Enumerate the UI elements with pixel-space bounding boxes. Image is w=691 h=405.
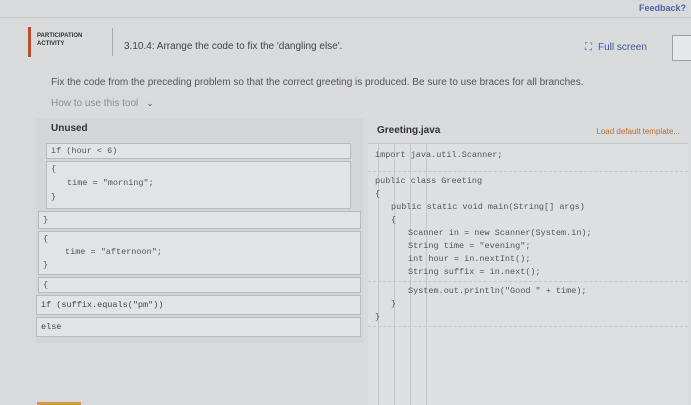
code-block[interactable]: if (suffix.equals("pm")) bbox=[36, 295, 361, 315]
activity-header: PARTICIPATION ACTIVITY 3.10.4: Arrange t… bbox=[22, 22, 691, 62]
code-block[interactable]: { time = "afternoon"; } bbox=[38, 231, 361, 275]
top-divider bbox=[0, 17, 691, 18]
code-line: time = "morning"; bbox=[67, 178, 154, 188]
code-line[interactable]: int hour = in.nextInt(); bbox=[408, 254, 530, 264]
code-line[interactable]: } bbox=[375, 312, 380, 322]
code-line[interactable]: import java.util.Scanner; bbox=[375, 150, 503, 160]
unused-blocks-panel: Unused if (hour < 6) { time = "morning";… bbox=[36, 118, 363, 343]
code-line[interactable]: public class Greeting bbox=[375, 176, 482, 186]
header-divider bbox=[112, 28, 113, 56]
load-default-template-link[interactable]: Load default template... bbox=[596, 127, 680, 136]
participation-activity-label: PARTICIPATION ACTIVITY bbox=[37, 33, 83, 47]
instructions-text: Fix the code from the preceding problem … bbox=[51, 77, 584, 88]
code-block[interactable]: { bbox=[38, 277, 361, 293]
code-line[interactable]: Scanner in = new Scanner(System.in); bbox=[408, 228, 592, 238]
code-block[interactable]: else bbox=[36, 317, 361, 337]
expand-icon: ⛶ bbox=[585, 42, 592, 53]
file-name-title: Greeting.java bbox=[377, 125, 441, 136]
line-separator bbox=[368, 326, 688, 327]
code-block[interactable]: if (hour < 6) bbox=[46, 143, 351, 159]
code-line: { bbox=[51, 164, 57, 174]
code-block[interactable]: { time = "morning"; } bbox=[46, 161, 351, 209]
side-panel-box bbox=[672, 35, 691, 61]
feedback-link[interactable]: Feedback? bbox=[639, 3, 686, 13]
line-separator bbox=[368, 171, 688, 172]
code-line[interactable]: String time = "evening"; bbox=[408, 241, 530, 251]
chevron-down-icon: ⌄ bbox=[146, 98, 154, 108]
code-line[interactable]: System.out.println("Good " + time); bbox=[408, 286, 587, 296]
code-line: } bbox=[51, 192, 57, 202]
code-line[interactable]: public static void main(String[] args) bbox=[391, 202, 585, 212]
full-screen-button[interactable]: ⛶ Full screen bbox=[585, 42, 647, 53]
header-accent-bar bbox=[28, 27, 31, 57]
how-to-use-label: How to use this tool bbox=[51, 98, 139, 109]
unused-title: Unused bbox=[51, 123, 88, 134]
code-line: } bbox=[43, 260, 49, 270]
code-line[interactable]: { bbox=[375, 189, 380, 199]
code-block[interactable]: } bbox=[38, 211, 361, 229]
code-line[interactable]: } bbox=[391, 299, 396, 309]
activity-title: 3.10.4: Arrange the code to fix the 'dan… bbox=[124, 41, 343, 52]
code-editor-panel: Greeting.java Load default template... i… bbox=[368, 118, 688, 405]
full-screen-label: Full screen bbox=[598, 42, 647, 53]
code-line[interactable]: { bbox=[391, 215, 396, 225]
code-line[interactable]: String suffix = in.next(); bbox=[408, 267, 541, 277]
line-separator bbox=[368, 281, 688, 282]
code-drop-area[interactable]: import java.util.Scanner; public class G… bbox=[368, 143, 688, 405]
code-line: time = "afternoon"; bbox=[65, 247, 162, 257]
code-line: { bbox=[43, 234, 49, 244]
how-to-use-toggle[interactable]: How to use this tool ⌄ bbox=[51, 98, 154, 109]
